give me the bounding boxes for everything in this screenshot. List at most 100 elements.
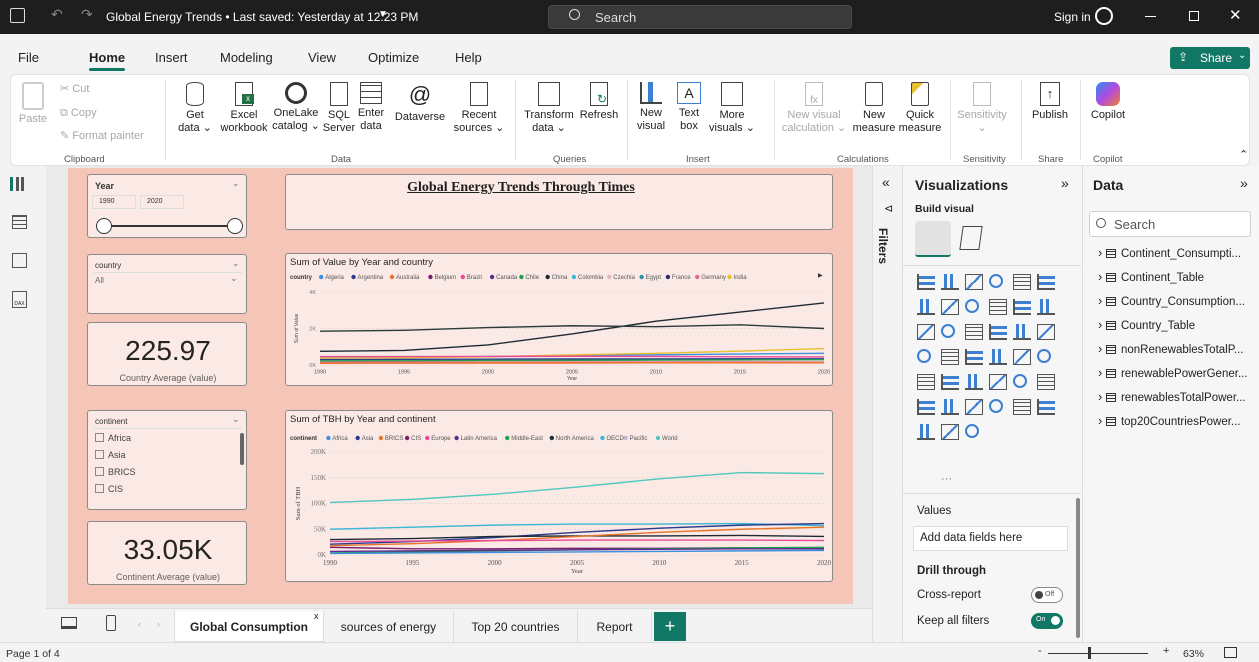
search-box[interactable]: Search [548,5,852,29]
recent-sources-button[interactable]: Recent sources ⌄ [452,82,506,135]
share-button[interactable]: ⇪ Share ⌄ [1170,47,1250,69]
clustered-bar-icon[interactable] [965,274,983,290]
model-view-icon[interactable] [12,253,27,268]
filled-map-icon[interactable] [941,349,959,365]
azure-map-icon[interactable] [989,349,1007,365]
collapse-ribbon-icon[interactable]: ⌃ [1239,148,1248,161]
narrative-icon[interactable] [1013,399,1031,415]
data-search-box[interactable]: Search [1089,211,1251,237]
year-slicer[interactable]: Year ⌄ 1990 2020 [87,174,247,238]
chevron-down-icon[interactable]: ⌄ [232,414,240,425]
filters-label[interactable]: Filters [876,228,890,264]
publish-button[interactable]: ↑ Publish [1027,82,1073,122]
search-input[interactable]: Search [595,10,636,25]
clustered-column-icon[interactable] [989,274,1003,288]
copilot-button[interactable]: Copilot [1086,82,1130,122]
fit-to-page-icon[interactable] [1224,647,1237,658]
r-visual-icon[interactable] [1037,374,1055,390]
checkbox-icon[interactable] [95,450,104,459]
chevron-down-icon[interactable]: ⌄ [232,258,240,269]
sensitivity-button[interactable]: Sensitivity ⌄ [955,82,1009,135]
transform-data-button[interactable]: Transform data ⌄ [522,82,576,135]
card-icon[interactable] [1037,349,1051,363]
data-search-input[interactable]: Search [1114,217,1155,232]
continent-option[interactable]: Asia [95,450,126,460]
redo-icon[interactable]: ↷ [81,6,93,23]
tab-scroll-right-icon[interactable]: › [157,619,160,629]
100-column-icon[interactable] [1037,274,1055,290]
country-line-chart[interactable]: Sum of Value by Year and country country… [285,253,833,386]
chevron-right-icon[interactable]: › [1098,365,1106,380]
collapse-icon[interactable]: « [882,174,890,190]
slicer-scrollbar[interactable] [240,433,244,465]
checkbox-icon[interactable] [95,467,104,476]
values-drop-field[interactable]: Add data fields here [913,526,1068,551]
chevron-right-icon[interactable]: › [1098,413,1106,428]
data-table-item[interactable]: › Country_Table [1098,317,1195,332]
country-average-card[interactable]: 225.97 Country Average (value) [87,322,247,386]
excel-workbook-button[interactable]: x Excel workbook [216,82,272,135]
pane-scrollbar[interactable] [1076,498,1080,638]
area-icon[interactable] [941,299,959,315]
more-visuals-icon[interactable]: ··· [941,473,952,485]
maximize-icon[interactable] [1189,11,1199,21]
year-from-input[interactable]: 1990 [92,195,136,209]
legend-next-icon[interactable]: ▶ [818,272,823,279]
zoom-slider-handle[interactable] [1088,647,1091,659]
data-table-item[interactable]: › Country_Consumption... [1098,293,1245,308]
chevron-right-icon[interactable]: › [1098,317,1106,332]
shape-map-icon[interactable] [965,349,983,365]
undo-icon[interactable]: ↶ [51,6,63,23]
chevron-down-icon[interactable]: ⌄ [230,273,238,284]
paste-button[interactable]: Paste [18,82,48,126]
menu-view[interactable]: View [308,50,336,65]
chevron-down-icon[interactable]: ⌄ [232,178,240,189]
cut-button[interactable]: ✂ Cut [60,83,89,96]
cross-report-toggle[interactable]: Off [1031,587,1063,603]
checkbox-icon[interactable] [95,433,104,442]
expand-icon[interactable]: » [1061,175,1069,191]
close-icon[interactable]: ✕ [1229,6,1242,24]
slider-handle-end[interactable] [227,218,243,234]
donut-icon[interactable] [1013,324,1031,340]
account-icon[interactable] [1095,7,1113,25]
dataverse-button[interactable]: @ Dataverse [392,82,448,124]
table-view-icon[interactable] [12,215,27,229]
new-visual-button[interactable]: New visual [633,82,669,133]
filters-pane-collapsed[interactable]: « ⊲ Filters [872,166,902,642]
year-to-input[interactable]: 2020 [140,195,184,209]
more-visuals-button[interactable]: More visuals ⌄ [708,82,756,135]
treemap-icon[interactable] [1037,324,1055,340]
funnel-icon[interactable] [941,324,955,338]
keep-all-filters-toggle[interactable]: On [1031,613,1063,629]
table-icon[interactable] [989,374,1007,390]
new-measure-button[interactable]: New measure [852,82,896,135]
line-icon[interactable] [917,299,935,315]
format-painter-button[interactable]: ✎ Format painter [60,130,144,143]
continent-option[interactable]: CIS [95,484,123,494]
pie-icon[interactable] [989,324,1007,340]
data-table-item[interactable]: › Continent_Consumpti... [1098,245,1241,260]
tab-global-consumption[interactable]: Global Consumption x [174,611,324,642]
onelake-catalog-button[interactable]: OneLake catalog ⌄ [268,82,324,133]
line-column-icon[interactable] [1013,299,1031,315]
chevron-right-icon[interactable]: › [1098,389,1106,404]
data-table-item[interactable]: › nonRenewablesTotalP... [1098,341,1244,356]
enter-data-button[interactable]: Enter data [354,82,388,133]
power-apps-icon[interactable] [941,424,959,440]
zoom-out-icon[interactable]: - [1038,645,1042,657]
matrix-icon[interactable] [1013,374,1027,388]
power-automate-icon[interactable] [965,424,979,438]
menu-help[interactable]: Help [455,50,482,65]
100-bar-icon[interactable] [1013,274,1031,290]
close-tab-icon[interactable]: x [314,611,319,621]
chevron-right-icon[interactable]: › [1098,293,1106,308]
stacked-bar-icon[interactable] [917,274,935,290]
continent-slicer[interactable]: continent ⌄ Africa Asia BRICS CIS [87,410,247,510]
data-table-item[interactable]: › Continent_Table [1098,269,1204,284]
menu-optimize[interactable]: Optimize [368,50,419,65]
data-table-item[interactable]: › renewablePowerGener... [1098,365,1248,380]
tab-report[interactable]: Report [578,611,652,642]
paginated-icon[interactable] [917,424,935,440]
dax-query-view-icon[interactable]: DAX [12,291,27,308]
